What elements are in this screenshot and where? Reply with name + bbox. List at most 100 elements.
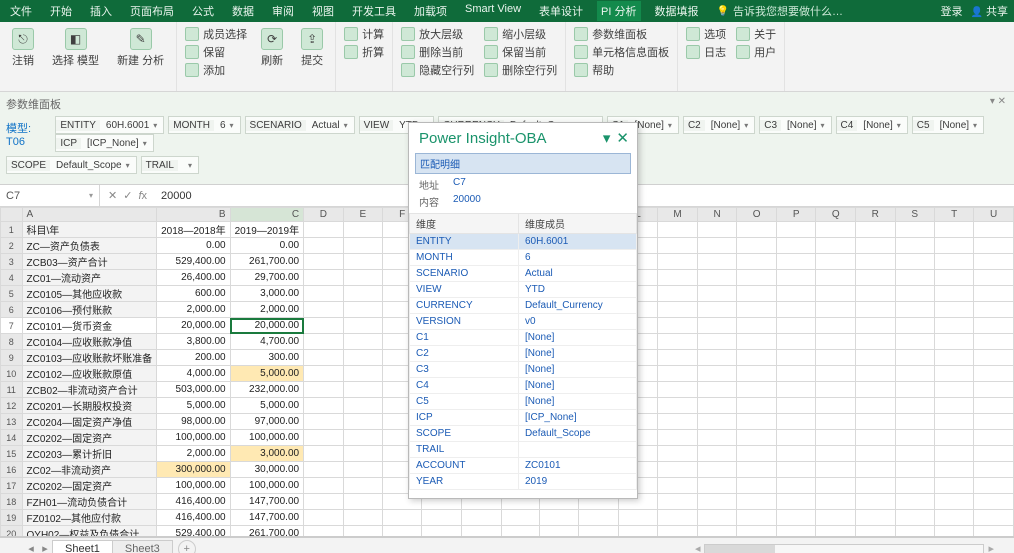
panel-close-icon[interactable]: ▾ ✕ (990, 96, 1006, 107)
cell[interactable] (856, 510, 896, 526)
cell[interactable] (816, 414, 856, 430)
cell[interactable]: 600.00 (157, 286, 231, 302)
cell[interactable]: 2,000.00 (230, 302, 304, 318)
dimension-row[interactable]: C5[None] (410, 394, 637, 410)
cell[interactable] (895, 318, 934, 334)
ribbon-tab[interactable]: 开发工具 (348, 1, 400, 21)
cell[interactable] (697, 478, 737, 494)
cell[interactable] (737, 302, 777, 318)
dimension-row[interactable]: ICP[ICP_None] (410, 410, 637, 426)
tell-me[interactable]: 告诉我您想要做什么… (717, 3, 843, 19)
cell[interactable] (974, 414, 1014, 430)
horizontal-scrollbar[interactable] (704, 544, 984, 553)
cell[interactable]: QYH02—权益及负债合计 (22, 526, 157, 538)
cell[interactable] (895, 510, 934, 526)
cell[interactable] (895, 302, 934, 318)
cell[interactable] (895, 366, 934, 382)
new-analysis-button[interactable]: ✎新建 分析 (113, 26, 168, 70)
cell[interactable] (304, 334, 344, 350)
ribbon-tab[interactable]: 视图 (308, 1, 338, 21)
row-header[interactable]: 14 (1, 430, 23, 446)
filter-dropdown[interactable]: C3[None] (759, 116, 831, 134)
cell[interactable]: ZC0104—应收账款净值 (22, 334, 157, 350)
cell[interactable] (816, 526, 856, 538)
dimension-row[interactable]: YEAR2019 (410, 474, 637, 490)
fx-icon[interactable]: fx (138, 190, 147, 202)
cell[interactable] (462, 510, 502, 526)
cell[interactable] (974, 366, 1014, 382)
cell[interactable] (658, 302, 698, 318)
cell[interactable]: 261,700.00 (230, 254, 304, 270)
cell[interactable] (934, 286, 973, 302)
cell[interactable] (658, 366, 698, 382)
cell[interactable] (895, 382, 934, 398)
dimension-row[interactable]: CURRENCYDefault_Currency (410, 298, 637, 314)
logout-button[interactable]: ⎋注销 (8, 26, 38, 70)
cell[interactable]: ZC0204—固定资产净值 (22, 414, 157, 430)
cell[interactable] (974, 430, 1014, 446)
cell[interactable] (974, 318, 1014, 334)
cell[interactable] (776, 318, 815, 334)
cell[interactable]: 100,000.00 (230, 430, 304, 446)
row-header[interactable]: 1 (1, 222, 23, 238)
cell[interactable]: 0.00 (230, 238, 304, 254)
cell[interactable] (816, 270, 856, 286)
cell[interactable] (343, 414, 382, 430)
add-sheet-button[interactable]: + (178, 540, 196, 553)
cell[interactable]: 0.00 (157, 238, 231, 254)
power-insight-panel[interactable]: Power Insight-OBA ▾✕ 匹配明细 地址C7 内容20000 维… (408, 122, 638, 499)
cell[interactable] (974, 334, 1014, 350)
cell[interactable] (737, 494, 777, 510)
row-header[interactable]: 12 (1, 398, 23, 414)
cell[interactable] (776, 302, 815, 318)
cell[interactable] (776, 350, 815, 366)
cell[interactable] (895, 494, 934, 510)
cell[interactable] (776, 526, 815, 538)
cell[interactable] (934, 526, 973, 538)
cell[interactable] (856, 478, 896, 494)
cell[interactable] (579, 526, 618, 538)
cell[interactable] (422, 510, 462, 526)
cell[interactable] (462, 526, 502, 538)
ribbon-tab[interactable]: 审阅 (268, 1, 298, 21)
cell[interactable] (658, 334, 698, 350)
ribbon-tab[interactable]: 表单设计 (535, 1, 587, 21)
filter-dropdown[interactable]: MONTH6 (168, 116, 240, 134)
cell[interactable] (816, 254, 856, 270)
cell[interactable] (579, 510, 618, 526)
cell[interactable]: 30,000.00 (230, 462, 304, 478)
ribbon-tab[interactable]: 插入 (86, 1, 116, 21)
cell[interactable] (934, 510, 973, 526)
cell[interactable] (895, 462, 934, 478)
cell[interactable] (934, 334, 973, 350)
column-header[interactable]: B (157, 208, 231, 222)
cell[interactable] (895, 270, 934, 286)
cell[interactable] (816, 382, 856, 398)
row-header[interactable]: 20 (1, 526, 23, 538)
cell[interactable] (304, 254, 344, 270)
ribbon-tab[interactable]: 数据填报 (651, 1, 703, 21)
cell[interactable] (737, 318, 777, 334)
submit-button[interactable]: ⇪提交 (297, 26, 327, 78)
cell[interactable] (816, 366, 856, 382)
cell[interactable] (856, 382, 896, 398)
cell[interactable]: 2,000.00 (157, 446, 231, 462)
cell[interactable] (737, 430, 777, 446)
zoom-in-level-button[interactable]: 放大层级 (401, 26, 474, 42)
share-button[interactable]: 共享 (970, 3, 1008, 19)
dimension-row[interactable]: TRAIL (410, 442, 637, 458)
cell[interactable] (304, 366, 344, 382)
cell[interactable] (304, 302, 344, 318)
cell[interactable] (856, 526, 896, 538)
cell[interactable] (304, 382, 344, 398)
name-box[interactable]: C7 (0, 185, 100, 206)
cell[interactable] (697, 510, 737, 526)
cell[interactable] (697, 446, 737, 462)
cell[interactable] (895, 286, 934, 302)
cell[interactable] (618, 510, 657, 526)
delete-current-button[interactable]: 删除当前 (401, 44, 474, 60)
cell[interactable]: 416,400.00 (157, 510, 231, 526)
cell[interactable]: 5,000.00 (157, 398, 231, 414)
cell[interactable] (737, 414, 777, 430)
cell[interactable] (934, 398, 973, 414)
